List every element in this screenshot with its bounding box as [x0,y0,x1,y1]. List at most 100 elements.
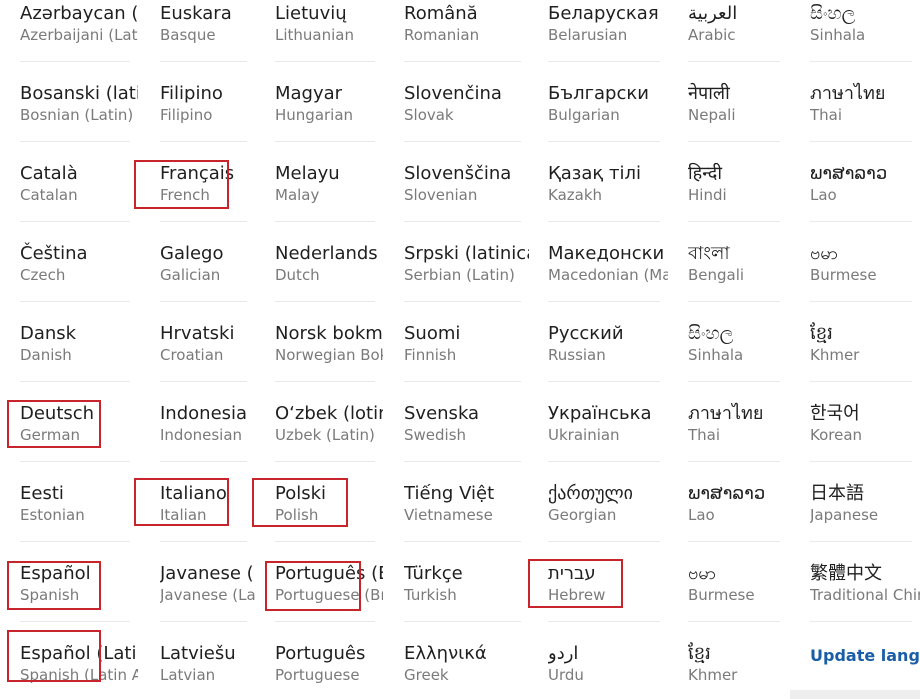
language-english-name: German [20,426,81,444]
language-option[interactable]: Ελληνικά Greek [404,640,529,699]
language-native-name: Javanese (Latin) [160,563,255,584]
row-divider [20,61,130,62]
language-column-5: اردو Urdu עברית Hebrew ქართული Georgian Україн… [548,0,668,699]
language-option[interactable]: Lietuvių Lithuanian [275,0,383,80]
language-option[interactable]: ພາສາລາວ Lao [688,480,788,560]
language-english-name: Russian [548,346,606,364]
language-option[interactable]: বাংলা Bengali [688,240,788,320]
language-english-name: Japanese [810,506,879,524]
language-option[interactable]: O‘zbek (lotin) Uzbek (Latin) [275,400,383,480]
language-option[interactable]: 한국어 Korean [810,400,920,480]
language-option[interactable]: עברית Hebrew [548,560,668,640]
language-option[interactable]: Português (Brasil) Portuguese (Brazil) [275,560,383,640]
language-option[interactable]: Español Spanish [20,560,138,640]
language-english-name: Finnish [404,346,457,364]
language-option[interactable]: Português Portuguese [275,640,383,699]
language-option[interactable]: 繁體中文 Traditional Chinese [810,560,920,640]
row-divider [275,381,375,382]
language-option[interactable]: Srpski (latinica) Serbian (Latin) [404,240,529,320]
language-option[interactable]: Русский Russian [548,320,668,400]
language-option[interactable]: Čeština Czech [20,240,138,320]
language-english-name: Kazakh [548,186,603,204]
language-option[interactable]: ဗမာ Burmese [688,560,788,640]
language-option[interactable]: Deutsch German [20,400,138,480]
language-option[interactable]: Français French [160,160,255,240]
language-option[interactable]: Bosanski (latinica) Bosnian (Latin) [20,80,138,160]
language-column-3: PortuguêsPortuguesePortuguês (Brasil)Por… [275,0,383,699]
language-option[interactable]: Latviešu Latvian [160,640,255,699]
language-option[interactable]: Melayu Malay [275,160,383,240]
language-option[interactable]: Dansk Danish [20,320,138,400]
language-option[interactable]: Hrvatski Croatian [160,320,255,400]
language-english-name: Korean [810,426,863,444]
language-option[interactable]: नेपाली Nepali [688,80,788,160]
language-option[interactable]: Norsk bokmål Norwegian Bokmål [275,320,383,400]
language-option[interactable]: Magyar Hungarian [275,80,383,160]
row-divider [688,461,780,462]
language-native-name: Ελληνικά [404,643,487,664]
language-option[interactable]: Català Catalan [20,160,138,240]
language-native-name: Deutsch [20,403,95,424]
language-native-name: Srpski (latinica) [404,243,529,264]
language-option[interactable]: Tiếng Việt Vietnamese [404,480,529,560]
language-native-name: Română [404,3,478,24]
language-option[interactable]: Español (Latinoamérica) Spanish (Latin Am… [20,640,138,699]
language-native-name: ภาษาไทย [688,403,764,424]
language-english-name: Urdu [548,666,584,684]
language-option[interactable]: Svenska Swedish [404,400,529,480]
row-divider [810,461,912,462]
language-native-name: Melayu [275,163,340,184]
language-option[interactable]: 日本語 Japanese [810,480,920,560]
language-option[interactable]: Nederlands Dutch [275,240,383,320]
language-english-name: Catalan [20,186,78,204]
language-option[interactable]: Беларуская Belarusian [548,0,668,80]
language-english-name: Greek [404,666,449,684]
update-language-button[interactable]: Update language [810,646,920,666]
language-option[interactable]: Polski Polish [275,480,383,560]
language-english-name: Turkish [404,586,457,604]
language-english-name: Slovak [404,106,454,124]
language-option[interactable]: Slovenčina Slovak [404,80,529,160]
language-english-name: Sinhala [810,26,866,44]
language-option[interactable]: العربية Arabic [688,0,788,80]
language-english-name: Romanian [404,26,480,44]
language-english-name: Portuguese (Brazil) [275,586,383,604]
language-option[interactable]: Slovenščina Slovenian [404,160,529,240]
language-option[interactable]: ພາສາລາວ Lao [810,160,920,240]
language-option[interactable]: Українська Ukrainian [548,400,668,480]
language-option[interactable]: Javanese (Latin) Javanese (Latin) [160,560,255,640]
language-option[interactable]: Euskara Basque [160,0,255,80]
language-option[interactable]: ภาษาไทย Thai [688,400,788,480]
language-option[interactable]: Filipino Filipino [160,80,255,160]
language-option[interactable]: Azərbaycan (latin) Azerbaijani (Latin) [20,0,138,80]
language-option[interactable]: ខ្មែរ Khmer [810,320,920,400]
language-option[interactable]: हिन्दी Hindi [688,160,788,240]
language-option[interactable]: ဗမာ Burmese [810,240,920,320]
language-native-name: 日本語 [810,483,864,504]
language-native-name: العربية [688,3,738,24]
language-option[interactable]: Galego Galician [160,240,255,320]
language-option[interactable]: ภาษาไทย Thai [810,80,920,160]
language-native-name: ဗမာ [810,243,838,264]
language-option[interactable]: Italiano Italian [160,480,255,560]
row-divider [404,621,521,622]
row-divider [404,461,521,462]
language-option[interactable]: Македонски Macedonian (Macedonia) [548,240,668,320]
language-native-name: Nederlands [275,243,378,264]
language-option[interactable]: ქართული Georgian [548,480,668,560]
language-option[interactable]: Türkçe Turkish [404,560,529,640]
language-option[interactable]: Indonesia Indonesian [160,400,255,480]
language-native-name: Azərbaycan (latin) [20,3,138,24]
language-option[interactable]: සිංහල Sinhala [688,320,788,400]
language-option[interactable]: Eesti Estonian [20,480,138,560]
row-divider [548,621,660,622]
language-option[interactable]: Қазақ тілі Kazakh [548,160,668,240]
language-option[interactable]: اردو Urdu [548,640,668,699]
language-option[interactable]: සිංහල Sinhala [810,0,920,80]
language-option[interactable]: Български Bulgarian [548,80,668,160]
language-option[interactable]: ខ្មែរ Khmer [688,640,788,699]
language-option[interactable]: Suomi Finnish [404,320,529,400]
language-english-name: Serbian (Latin) [404,266,515,284]
language-english-name: Galician [160,266,221,284]
language-option[interactable]: Română Romanian [404,0,529,80]
